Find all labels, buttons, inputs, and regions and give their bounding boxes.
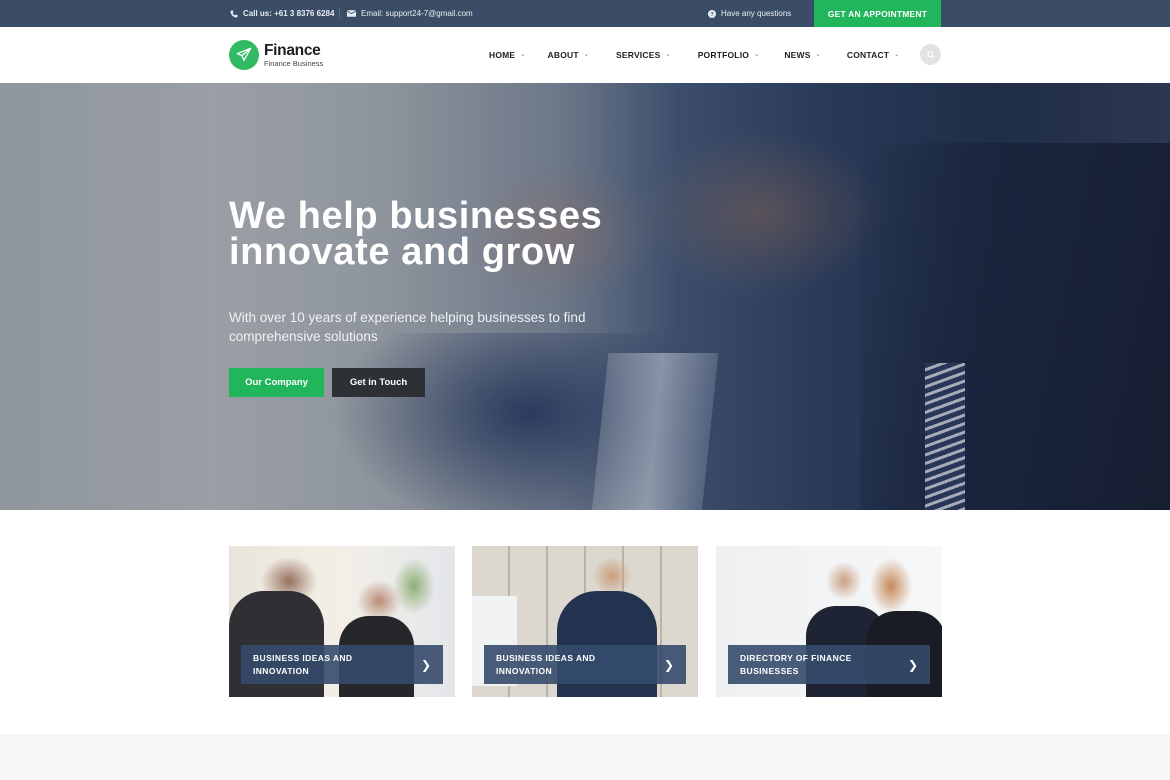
nav-label: PORTFOLIO [697, 50, 750, 60]
chevron-right-icon: ❯ [907, 657, 918, 672]
question-circle-icon: ? [707, 9, 716, 18]
card-title: BUSINESS IDEAS AND INNOVATION [253, 652, 353, 676]
chevron-down-icon: ⌄ [754, 51, 760, 58]
top-bar: Call us: +61 3 8376 6284 Email: support2… [0, 0, 1170, 27]
feature-card[interactable]: DIRECTORY OF FINANCE BUSINESSES ❯ [716, 546, 942, 697]
feature-card[interactable]: BUSINESS IDEAS AND INNOVATION ❯ [472, 546, 698, 697]
nav-item-home[interactable]: HOME ⌄ [489, 50, 526, 60]
hero-title: We help businesses innovate and grow [229, 195, 603, 273]
chevron-down-icon: ⌄ [815, 51, 821, 58]
main-header: Finance Finance Business HOME ⌄ ABOUT ⌄ SE… [0, 27, 1170, 83]
nav-item-portfolio[interactable]: PORTFOLIO ⌄ [698, 50, 760, 60]
hero-content: We help businesses innovate and grow Wit… [229, 195, 629, 346]
chevron-down-icon: ⌄ [894, 51, 900, 58]
next-section-background [0, 734, 1170, 780]
card-title: BUSINESS IDEAS AND INNOVATION [496, 652, 596, 676]
hero-banner: We help businesses innovate and grow Wit… [0, 83, 1170, 510]
questions-link[interactable]: ? Have any questions [707, 0, 791, 27]
logo-title: Finance [264, 41, 321, 59]
hero-image-shirt [591, 353, 719, 510]
card-caption[interactable]: DIRECTORY OF FINANCE BUSINESSES ❯ [728, 645, 930, 684]
hero-subtitle: With over 10 years of experience helping… [229, 310, 586, 344]
logo[interactable]: Finance Finance Business [229, 40, 323, 70]
our-company-button[interactable]: Our Company [229, 368, 324, 397]
chevron-right-icon: ❯ [420, 657, 431, 672]
nav-label: CONTACT [846, 50, 890, 60]
nav-label: SERVICES [616, 50, 661, 60]
card-caption[interactable]: BUSINESS IDEAS AND INNOVATION ❯ [241, 645, 443, 684]
topbar-divider [339, 8, 340, 19]
nav-item-services[interactable]: SERVICES ⌄ [616, 50, 671, 60]
chevron-down-icon: ⌄ [665, 51, 671, 58]
nav-item-contact[interactable]: CONTACT ⌄ [847, 50, 900, 60]
nav-label: ABOUT [547, 50, 579, 60]
questions-text: Have any questions [721, 9, 792, 18]
email-text: Email: support24-7@gmail.com [361, 9, 473, 18]
chevron-right-icon: ❯ [663, 657, 674, 672]
paper-plane-icon [229, 40, 259, 70]
search-icon [926, 50, 934, 58]
phone-icon [229, 9, 238, 18]
phone-contact[interactable]: Call us: +61 3 8376 6284 [229, 0, 334, 27]
feature-card[interactable]: BUSINESS IDEAS AND INNOVATION ❯ [229, 546, 455, 697]
hero-image-person-right [860, 143, 1170, 510]
feature-cards: BUSINESS IDEAS AND INNOVATION ❯ BUSINESS… [229, 546, 942, 697]
phone-text: Call us: +61 3 8376 6284 [243, 9, 335, 18]
search-button[interactable] [920, 44, 941, 65]
get-appointment-button[interactable]: GET AN APPOINTMENT [814, 0, 941, 27]
nav-label: HOME [489, 50, 516, 60]
email-contact[interactable]: Email: support24-7@gmail.com [347, 0, 473, 27]
main-nav: HOME ⌄ ABOUT ⌄ SERVICES ⌄ PORTFOLIO ⌄ NEWS ⌄ … [489, 27, 899, 83]
nav-item-about[interactable]: ABOUT ⌄ [548, 50, 589, 60]
hero-image-tie [925, 363, 965, 510]
chevron-down-icon: ⌄ [520, 51, 526, 58]
hero-buttons: Our Company Get in Touch [229, 368, 425, 397]
card-caption[interactable]: BUSINESS IDEAS AND INNOVATION ❯ [484, 645, 686, 684]
logo-subtitle: Finance Business [264, 59, 324, 68]
get-in-touch-button[interactable]: Get in Touch [332, 368, 425, 397]
card-title: DIRECTORY OF FINANCE BUSINESSES [740, 652, 852, 676]
envelope-icon [347, 9, 356, 18]
chevron-down-icon: ⌄ [583, 51, 590, 58]
nav-label: NEWS [784, 50, 811, 60]
nav-item-news[interactable]: NEWS ⌄ [784, 50, 821, 60]
